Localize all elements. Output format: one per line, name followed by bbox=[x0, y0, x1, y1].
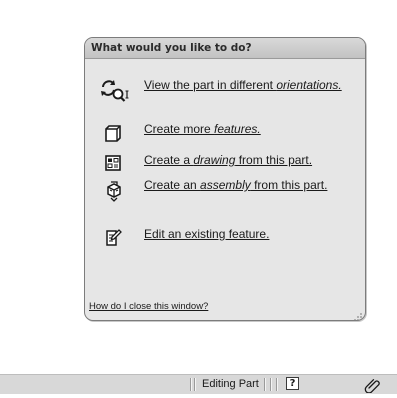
view-orientations-link[interactable]: View the part in different orientations. bbox=[144, 78, 354, 92]
edit-feature-link[interactable]: Edit an existing feature. bbox=[144, 227, 354, 241]
resize-grip-icon[interactable] bbox=[352, 307, 363, 320]
status-separator bbox=[270, 378, 272, 391]
create-assembly-link[interactable]: Create an assembly from this part. bbox=[144, 178, 354, 192]
link-text-italic: orientations. bbox=[276, 78, 342, 92]
close-window-help-link[interactable]: How do I close this window? bbox=[89, 301, 208, 312]
help-button[interactable]: ? bbox=[286, 377, 299, 390]
create-features-link[interactable]: Create more features. bbox=[144, 122, 354, 136]
link-text: Create a bbox=[144, 153, 194, 167]
edit-feature-icon bbox=[99, 227, 129, 251]
link-text: View the part in different bbox=[144, 78, 277, 92]
task-panel: What would you like to do? View the part… bbox=[84, 37, 366, 321]
create-drawing-link[interactable]: Create a drawing from this part. bbox=[144, 153, 354, 167]
view-orientation-icon bbox=[99, 78, 129, 102]
link-text-italic: features. bbox=[214, 122, 261, 136]
status-bar: Editing Part ? bbox=[0, 374, 397, 394]
link-text: from this part. bbox=[235, 153, 313, 167]
link-text-italic: assembly bbox=[200, 178, 251, 192]
link-text-italic: drawing bbox=[193, 153, 236, 167]
drawing-sheet-icon bbox=[99, 153, 129, 177]
assembly-icon bbox=[99, 178, 129, 202]
status-separator bbox=[194, 378, 196, 391]
feature-box-icon bbox=[99, 122, 129, 146]
status-separator bbox=[190, 378, 192, 391]
status-mode-text: Editing Part bbox=[202, 378, 259, 390]
status-separator bbox=[276, 378, 278, 391]
status-separator bbox=[264, 378, 266, 391]
link-text: Create an bbox=[144, 178, 201, 192]
link-text: Create more bbox=[144, 122, 215, 136]
link-text: Edit an existing feature. bbox=[144, 227, 270, 241]
link-text: from this part. bbox=[250, 178, 328, 192]
panel-title: What would you like to do? bbox=[85, 38, 365, 59]
paperclip-icon[interactable] bbox=[364, 376, 381, 394]
